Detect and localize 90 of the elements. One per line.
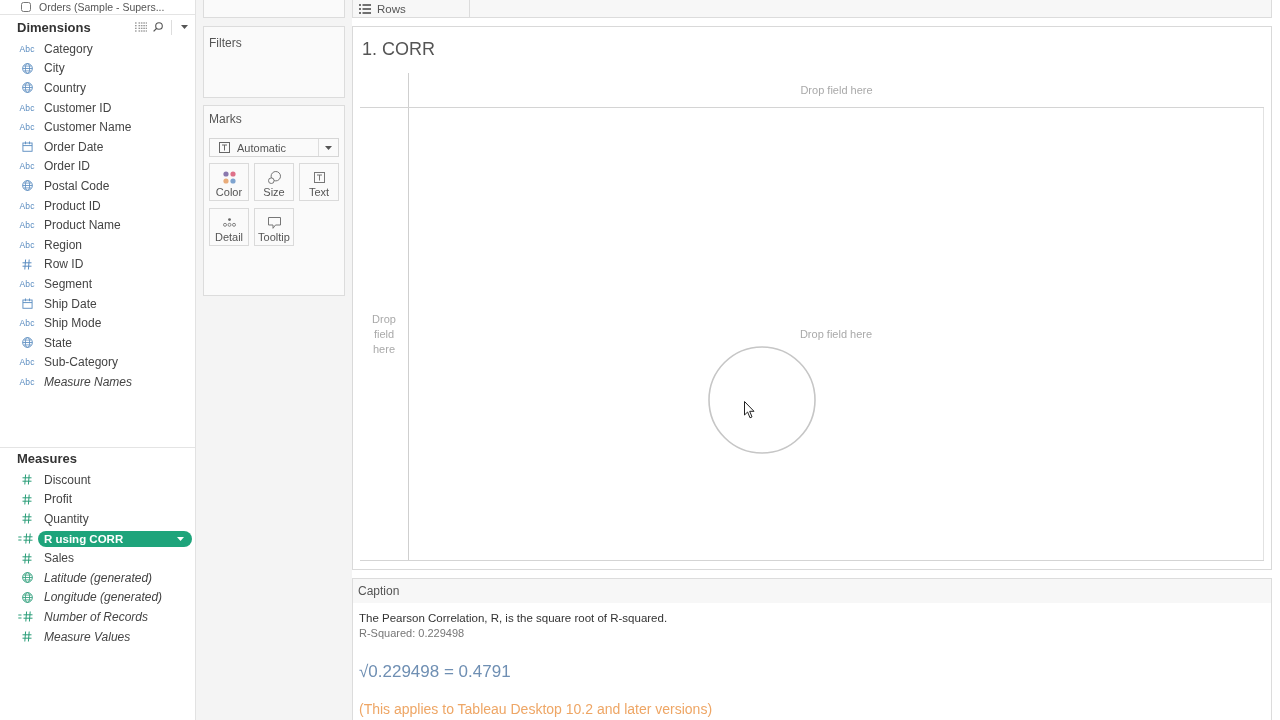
search-icon[interactable]	[153, 22, 163, 32]
field-item[interactable]: Ship Date	[38, 295, 103, 312]
hash-icon	[22, 493, 32, 505]
globe-icon	[21, 62, 33, 74]
field-item[interactable]: Product ID	[38, 197, 107, 214]
mark-card-button[interactable]: Size	[254, 163, 294, 201]
caret-icon[interactable]	[177, 536, 184, 541]
abc-type-icon: Abc	[19, 376, 35, 387]
section-title: Dimensions	[17, 19, 91, 35]
abc-type-icon: Abc	[19, 161, 35, 172]
mark-card-button[interactable]: Tooltip	[254, 208, 294, 246]
calendar-icon	[21, 141, 33, 153]
field-item[interactable]: Customer ID	[38, 99, 118, 116]
caption-text: √0.229498 = 0.4791	[359, 661, 511, 683]
caption-text: (This applies to Tableau Desktop 10.2 and later versions)	[359, 700, 713, 718]
field-item[interactable]: Quantity	[38, 511, 95, 527]
drop-field-hint: Drop field here	[799, 326, 873, 342]
sheet-title: 1. CORR	[361, 38, 435, 61]
hash-icon	[22, 513, 32, 525]
field-item[interactable]: Product Name	[38, 217, 127, 234]
globe-icon	[21, 180, 33, 192]
caption-title: Caption	[358, 584, 400, 598]
rows-shelf[interactable]: Rows	[352, 0, 1272, 18]
color-dots-icon	[222, 171, 236, 184]
drop-field-hint: Drop field here	[800, 82, 873, 98]
field-item[interactable]: Number of Records	[38, 608, 155, 625]
caret-icon[interactable]	[181, 25, 188, 29]
field-item[interactable]: Postal Code	[38, 177, 116, 194]
mark-card-button[interactable]: Text	[299, 163, 339, 201]
drop-field-hint: Drop field here	[371, 311, 397, 357]
calendar-icon	[21, 298, 33, 309]
field-item[interactable]: Discount	[38, 471, 97, 488]
field-item[interactable]: Measure Values	[38, 628, 137, 645]
field-item[interactable]: Row ID	[38, 256, 90, 273]
field-item[interactable]: Ship Mode	[38, 315, 108, 332]
section-title: Measures	[17, 451, 77, 466]
abc-type-icon: Abc	[19, 278, 35, 289]
cursor-icon	[744, 401, 756, 419]
text-t-icon	[313, 172, 325, 183]
field-item[interactable]: Category	[38, 40, 99, 57]
field-item[interactable]: State	[38, 334, 79, 351]
field-item[interactable]: Sub-Category	[38, 354, 125, 371]
abc-type-icon: Abc	[19, 357, 35, 368]
field-item[interactable]: Measure Names	[38, 373, 139, 390]
speech-bubble-icon	[267, 216, 281, 229]
field-item[interactable]: Order Date	[38, 138, 110, 155]
abc-type-icon: Abc	[19, 122, 35, 133]
field-item[interactable]: Order ID	[38, 158, 96, 175]
field-item[interactable]: Country	[38, 80, 93, 96]
highlight-ring-icon	[708, 346, 816, 454]
field-item[interactable]: Sales	[38, 550, 81, 567]
list-view-icon[interactable]	[135, 22, 147, 32]
hash-icon	[22, 631, 32, 643]
hash-icon	[22, 474, 32, 486]
hash-icon	[22, 552, 32, 564]
globe-icon	[21, 337, 33, 349]
mark-card-button[interactable]: Detail	[209, 208, 249, 246]
field-item[interactable]: Latitude (generated)	[38, 569, 159, 586]
field-item[interactable]: Profit	[38, 491, 78, 508]
globe-icon	[21, 591, 33, 603]
caret-icon	[325, 145, 332, 150]
caption-text: R-Squared: 0.229498	[359, 626, 465, 641]
field-item[interactable]: City	[38, 60, 71, 77]
abc-type-icon: Abc	[19, 318, 35, 329]
calculated-hash-icon	[17, 533, 33, 545]
field-item[interactable]: Customer Name	[38, 119, 138, 136]
field-item[interactable]: Longitude (generated)	[38, 589, 169, 606]
data-source-name[interactable]: Orders (Sample - Supers...	[39, 1, 165, 13]
list-icon	[359, 3, 371, 14]
globe-icon	[21, 82, 33, 94]
data-source-icon	[21, 2, 31, 12]
text-t-icon	[219, 142, 230, 153]
caption-text: The Pearson Correlation, R, is the square root of R-squared.	[359, 611, 668, 626]
mark-type-dropdown[interactable]: Automatic	[209, 138, 339, 157]
size-circles-icon	[267, 171, 281, 184]
abc-type-icon: Abc	[19, 102, 35, 113]
mark-card-button[interactable]: Color	[209, 163, 249, 201]
field-item[interactable]: Segment	[38, 275, 99, 292]
abc-type-icon: Abc	[19, 43, 35, 54]
marks-title: Marks	[209, 112, 242, 126]
abc-type-icon: Abc	[19, 220, 35, 231]
globe-icon	[21, 572, 33, 584]
detail-dots-icon	[222, 218, 236, 227]
rows-label: Rows	[377, 2, 406, 15]
abc-type-icon: Abc	[19, 200, 35, 211]
filters-title: Filters	[209, 36, 242, 50]
hash-icon	[22, 258, 32, 270]
abc-type-icon: Abc	[19, 239, 35, 250]
field-item[interactable]: Region	[38, 236, 89, 253]
calculated-hash-icon	[17, 611, 33, 623]
